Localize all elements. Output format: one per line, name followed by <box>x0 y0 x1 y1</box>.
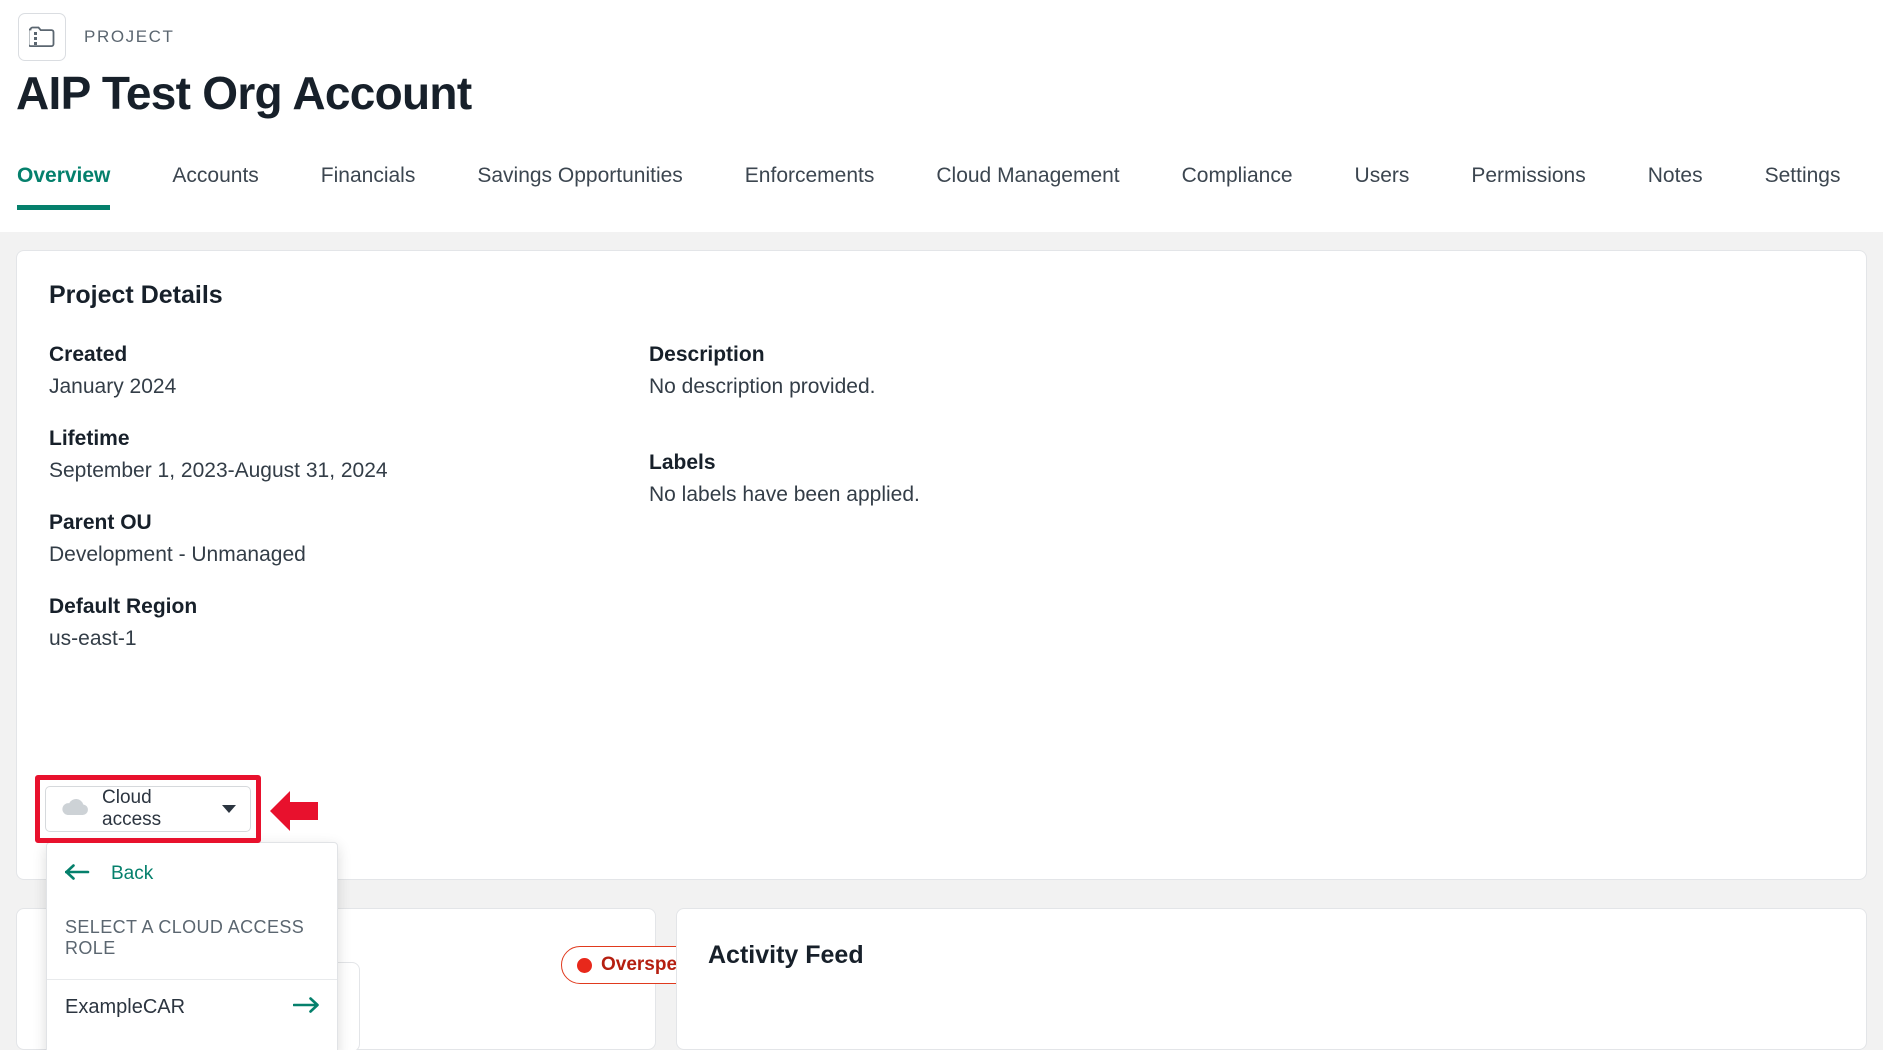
tab-label: Enforcements <box>744 164 875 187</box>
detail-field: Labels No labels have been applied. <box>649 451 1349 507</box>
dropdown-back-button[interactable]: Back <box>47 843 337 903</box>
breadcrumb: PROJECT <box>18 13 175 61</box>
tab-label: Settings <box>1764 164 1841 187</box>
header-band: PROJECT AIP Test Org Account Overview Acc… <box>0 0 1883 232</box>
tab-label: Notes <box>1647 164 1703 187</box>
tab-users[interactable]: Users <box>1355 158 1410 210</box>
annotation-arrow-icon <box>270 791 318 831</box>
tab-overview[interactable]: Overview <box>17 158 111 210</box>
detail-field-label: Lifetime <box>49 427 130 450</box>
activity-feed-card: Activity Feed <box>676 908 1867 1050</box>
cloud-access-control: Cloud access <box>45 786 251 832</box>
status-dot-icon <box>577 957 592 973</box>
details-column-right: Description No description provided. Label… <box>649 343 1349 651</box>
detail-field-label: Labels <box>649 451 716 474</box>
detail-field-label: Parent OU <box>49 511 152 534</box>
tab-accounts[interactable]: Accounts <box>172 158 258 210</box>
detail-field-label: Created <box>49 343 128 366</box>
tab-savings-opportunities[interactable]: Savings Opportunities <box>477 158 682 210</box>
tab-label: Accounts <box>172 164 259 187</box>
breadcrumb-label: PROJECT <box>84 27 175 46</box>
tab-compliance[interactable]: Compliance <box>1182 158 1293 210</box>
cloud-access-dropdown-menu: Back SELECT A CLOUD ACCESS ROLE ExampleC… <box>46 842 338 1050</box>
tab-cloud-management[interactable]: Cloud Management <box>936 158 1119 210</box>
dropdown-item-examplecar[interactable]: ExampleCAR <box>47 980 337 1035</box>
detail-field: Description No description provided. <box>649 343 1349 399</box>
cloud-access-button[interactable]: Cloud access <box>45 786 251 832</box>
project-details-grid: Created January 2024 Lifetime September 1, … <box>49 343 1834 651</box>
chevron-down-icon <box>222 805 236 813</box>
tab-permissions[interactable]: Permissions <box>1471 158 1585 210</box>
project-folder-icon <box>18 13 66 61</box>
detail-field-label: Default Region <box>49 595 198 618</box>
dropdown-back-label: Back <box>111 863 154 884</box>
detail-field-value: January 2024 <box>49 375 177 398</box>
tab-label: Financials <box>320 164 416 187</box>
detail-field-value: us-east-1 <box>49 627 137 650</box>
detail-field-label: Description <box>649 343 765 366</box>
detail-field-value: September 1, 2023-August 31, 2024 <box>49 459 388 482</box>
dropdown-item-label: ExampleCAR <box>65 996 186 1018</box>
tab-label: Compliance <box>1181 164 1293 187</box>
tab-notes[interactable]: Notes <box>1648 158 1703 210</box>
tab-label: Savings Opportunities <box>477 164 683 187</box>
detail-field-value: No labels have been applied. <box>649 483 920 506</box>
tab-enforcements[interactable]: Enforcements <box>745 158 875 210</box>
detail-field-value: Development - Unmanaged <box>49 543 306 566</box>
detail-field: Parent OU Development - Unmanaged <box>49 511 649 567</box>
arrow-right-icon <box>292 997 319 1018</box>
tab-financials[interactable]: Financials <box>321 158 416 210</box>
arrow-left-icon <box>64 863 91 885</box>
cloud-icon <box>60 797 90 822</box>
tab-settings[interactable]: Settings <box>1765 158 1841 210</box>
project-details-title: Project Details <box>49 281 223 309</box>
tab-bar: Overview Accounts Financials Savings Opport… <box>0 158 1883 232</box>
cloud-access-button-label: Cloud access <box>102 787 162 830</box>
page-title: AIP Test Org Account <box>16 67 472 119</box>
detail-field: Lifetime September 1, 2023-August 31, 202… <box>49 427 649 483</box>
detail-field: Default Region us-east-1 <box>49 595 649 651</box>
tab-label: Permissions <box>1471 164 1586 187</box>
detail-field: Created January 2024 <box>49 343 649 399</box>
detail-field-value: No description provided. <box>649 375 876 398</box>
tab-label: Users <box>1354 164 1410 187</box>
dropdown-section-header: SELECT A CLOUD ACCESS ROLE <box>47 903 337 980</box>
tab-label: Overview <box>17 164 111 187</box>
activity-feed-title: Activity Feed <box>708 941 864 969</box>
details-column-left: Created January 2024 Lifetime September 1, … <box>49 343 649 651</box>
tab-label: Cloud Management <box>936 164 1120 187</box>
app-page: PROJECT AIP Test Org Account Overview Acc… <box>0 0 1883 1050</box>
dropdown-item-next[interactable] <box>47 1035 337 1050</box>
